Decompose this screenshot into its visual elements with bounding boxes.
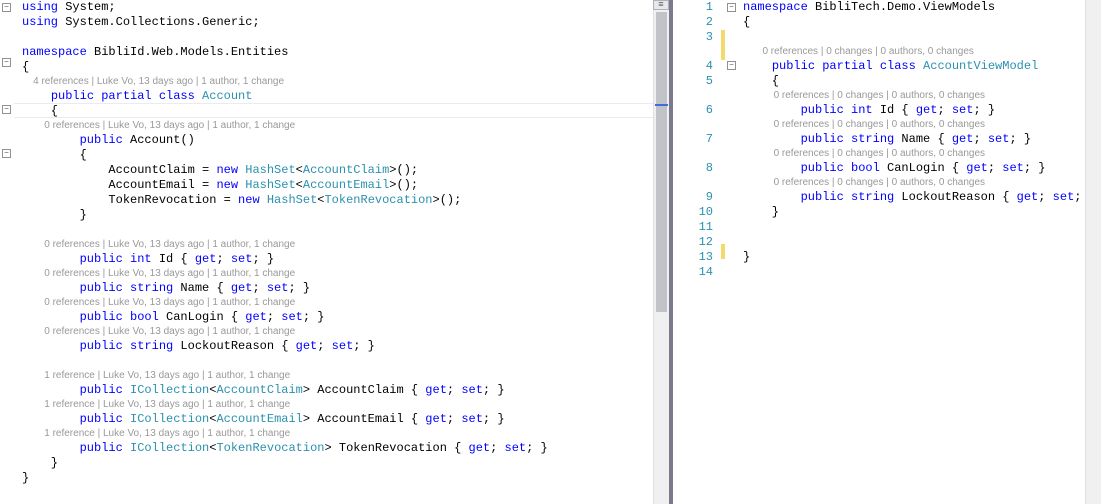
line-number: 12 xyxy=(673,235,713,250)
code-line: public int Id { get; set; } xyxy=(743,103,1085,118)
left-gutter xyxy=(0,0,14,504)
codelens[interactable]: 0 references | Luke Vo, 13 days ago | 1 … xyxy=(22,267,669,281)
code-line: public ICollection<AccountClaim> Account… xyxy=(22,383,669,398)
line-number: 6 xyxy=(673,103,713,118)
left-vertical-scrollbar[interactable]: ≡ xyxy=(653,0,669,504)
code-line: public bool CanLogin { get; set; } xyxy=(22,310,669,325)
codelens[interactable]: 4 references | Luke Vo, 13 days ago | 1 … xyxy=(22,75,669,89)
codelens[interactable]: 0 references | Luke Vo, 13 days ago | 1 … xyxy=(22,238,669,252)
line-number: 7 xyxy=(673,132,713,147)
code-line: { xyxy=(743,74,1085,89)
code-line: public ICollection<TokenRevocation> Toke… xyxy=(22,441,669,456)
code-line: public ICollection<AccountEmail> Account… xyxy=(22,412,669,427)
codelens[interactable]: 0 references | Luke Vo, 13 days ago | 1 … xyxy=(22,119,669,133)
fold-toggle-icon[interactable] xyxy=(727,3,736,12)
codelens[interactable]: 0 references | 0 changes | 0 authors, 0 … xyxy=(743,176,1085,190)
code-line: public partial class Account xyxy=(22,89,669,104)
code-line: namespace BibliId.Web.Models.Entities xyxy=(22,45,669,60)
code-line xyxy=(22,30,669,45)
codelens[interactable]: 1 reference | Luke Vo, 13 days ago | 1 a… xyxy=(22,398,669,412)
line-number: 11 xyxy=(673,220,713,235)
code-line xyxy=(22,354,669,369)
code-line: public partial class AccountViewModel xyxy=(743,59,1085,74)
change-marker xyxy=(721,244,725,259)
line-number: 10 xyxy=(673,205,713,220)
line-number: 5 xyxy=(673,74,713,89)
code-line: namespace BibliTech.Demo.ViewModels xyxy=(743,0,1085,15)
fold-toggle-icon[interactable] xyxy=(2,3,11,12)
code-line: } xyxy=(743,250,1085,265)
code-line: public bool CanLogin { get; set; } xyxy=(743,161,1085,176)
fold-toggle-icon[interactable] xyxy=(2,149,11,158)
left-code-area[interactable]: using System; using System.Collections.G… xyxy=(14,0,669,504)
left-editor-pane[interactable]: using System; using System.Collections.G… xyxy=(0,0,670,504)
code-line: } xyxy=(22,471,669,486)
codelens[interactable]: 0 references | 0 changes | 0 authors, 0 … xyxy=(743,89,1085,103)
right-vertical-scrollbar[interactable] xyxy=(1085,0,1101,504)
code-line: } xyxy=(22,208,669,223)
split-window-icon[interactable]: ≡ xyxy=(653,0,669,10)
codelens[interactable]: 1 reference | Luke Vo, 13 days ago | 1 a… xyxy=(22,427,669,441)
code-line: public string Name { get; set; } xyxy=(743,132,1085,147)
line-number: 8 xyxy=(673,161,713,176)
right-code-area[interactable]: namespace BibliTech.Demo.ViewModels { 0 … xyxy=(739,0,1085,504)
code-line: public string Name { get; set; } xyxy=(22,281,669,296)
code-line: using System; xyxy=(22,0,669,15)
code-line: { xyxy=(22,104,669,119)
code-line: { xyxy=(743,15,1085,30)
fold-toggle-icon[interactable] xyxy=(727,61,736,70)
code-line xyxy=(743,265,1085,280)
code-line: { xyxy=(22,60,669,75)
code-line: public Account() xyxy=(22,133,669,148)
code-line: AccountClaim = new HashSet<AccountClaim>… xyxy=(22,163,669,178)
code-line: public string LockoutReason { get; set; … xyxy=(22,339,669,354)
line-number: 13 xyxy=(673,250,713,265)
code-line xyxy=(22,223,669,238)
line-number: 14 xyxy=(673,265,713,280)
scroll-marker xyxy=(655,104,668,106)
code-line: AccountEmail = new HashSet<AccountEmail>… xyxy=(22,178,669,193)
codelens[interactable]: 0 references | 0 changes | 0 authors, 0 … xyxy=(743,147,1085,161)
line-number-gutter: 1 2 3 4 5 6 7 8 9 10 11 12 13 14 xyxy=(673,0,721,504)
code-line xyxy=(743,220,1085,235)
code-line: } xyxy=(743,205,1085,220)
line-number: 1 xyxy=(673,0,713,15)
codelens[interactable]: 0 references | Luke Vo, 13 days ago | 1 … xyxy=(22,296,669,310)
line-number: 3 xyxy=(673,30,713,45)
line-number: 9 xyxy=(673,190,713,205)
code-line xyxy=(743,30,1085,45)
fold-toggle-icon[interactable] xyxy=(2,58,11,67)
code-line xyxy=(743,235,1085,250)
codelens[interactable]: 0 references | 0 changes | 0 authors, 0 … xyxy=(743,118,1085,132)
scrollbar-thumb[interactable] xyxy=(656,12,667,312)
right-editor-pane[interactable]: 1 2 3 4 5 6 7 8 9 10 11 12 13 14 namespa… xyxy=(670,0,1101,504)
fold-toggle-icon[interactable] xyxy=(2,105,11,114)
code-line: public string LockoutReason { get; set; … xyxy=(743,190,1085,205)
codelens[interactable]: 0 references | Luke Vo, 13 days ago | 1 … xyxy=(22,325,669,339)
code-line: public int Id { get; set; } xyxy=(22,252,669,267)
codelens[interactable]: 1 reference | Luke Vo, 13 days ago | 1 a… xyxy=(22,369,669,383)
code-line: } xyxy=(22,456,669,471)
code-line: { xyxy=(22,148,669,163)
change-marker xyxy=(721,30,725,60)
codelens[interactable]: 0 references | 0 changes | 0 authors, 0 … xyxy=(743,45,1085,59)
code-line: TokenRevocation = new HashSet<TokenRevoc… xyxy=(22,193,669,208)
line-number: 4 xyxy=(673,59,713,74)
code-line: using System.Collections.Generic; xyxy=(22,15,669,30)
right-gutter xyxy=(721,0,739,504)
line-number: 2 xyxy=(673,15,713,30)
